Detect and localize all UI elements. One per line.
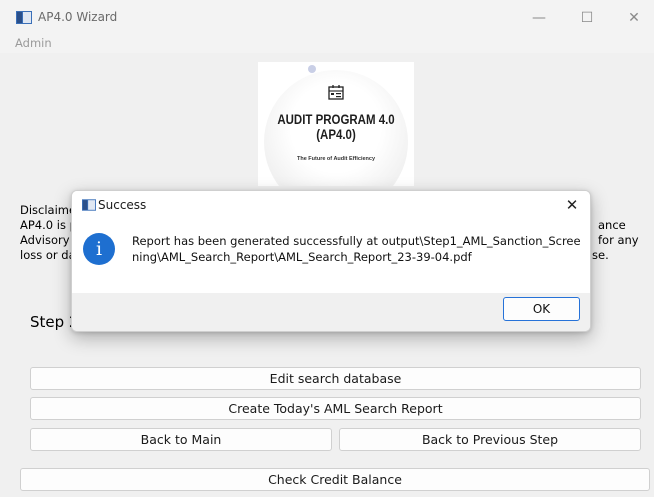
minimize-button[interactable]: — — [516, 0, 562, 35]
window-title: AP4.0 Wizard — [38, 10, 118, 24]
logo-card: AUDIT PROGRAM 4.0 (AP4.0) The Future of … — [258, 62, 414, 186]
create-report-button[interactable]: Create Today's AML Search Report — [30, 397, 641, 420]
info-icon: i — [83, 233, 115, 265]
menu-admin[interactable]: Admin — [15, 36, 52, 50]
logo-dot — [308, 65, 316, 73]
dialog-body: i Report has been generated successfully… — [72, 219, 590, 293]
ok-button[interactable]: OK — [503, 297, 580, 321]
disclaimer-line-1: AP4.0 is p — [20, 218, 77, 232]
close-button[interactable]: ✕ — [611, 0, 654, 35]
dialog-title: Success — [98, 198, 147, 212]
dialog-close-button[interactable]: ✕ — [560, 194, 584, 216]
maximize-icon: ☐ — [580, 9, 594, 26]
check-credit-balance-button[interactable]: Check Credit Balance — [20, 468, 650, 491]
success-dialog: Success ✕ i Report has been generated su… — [71, 190, 591, 332]
menu-bar: Admin — [0, 35, 654, 53]
disclaimer-line-1-end: ance — [598, 218, 626, 232]
logo-title: AUDIT PROGRAM 4.0 (AP4.0) — [277, 112, 395, 142]
disclaimer-heading: Disclaime — [20, 203, 77, 217]
disclaimer-line-2: Advisory — [20, 233, 70, 247]
back-to-main-button[interactable]: Back to Main — [30, 428, 332, 451]
maximize-button[interactable]: ☐ — [564, 0, 610, 35]
minimize-icon: — — [532, 9, 546, 26]
logo-tagline: The Future of Audit Efficiency — [296, 156, 376, 162]
dialog-title-bar: Success ✕ — [72, 191, 590, 219]
title-bar: AP4.0 Wizard — ☐ ✕ — [0, 0, 654, 35]
audit-logo-icon — [328, 85, 344, 100]
app-icon — [16, 11, 32, 24]
disclaimer-line-3: loss or da — [20, 248, 76, 262]
dialog-app-icon — [82, 199, 96, 211]
dialog-message: Report has been generated successfully a… — [132, 234, 581, 264]
disclaimer-line-3-end: se. — [592, 248, 609, 262]
edit-search-database-button[interactable]: Edit search database — [30, 367, 641, 390]
back-to-previous-step-button[interactable]: Back to Previous Step — [339, 428, 641, 451]
close-icon: ✕ — [628, 9, 640, 26]
close-icon: ✕ — [565, 196, 579, 214]
disclaimer-line-2-end: for any — [598, 233, 639, 247]
